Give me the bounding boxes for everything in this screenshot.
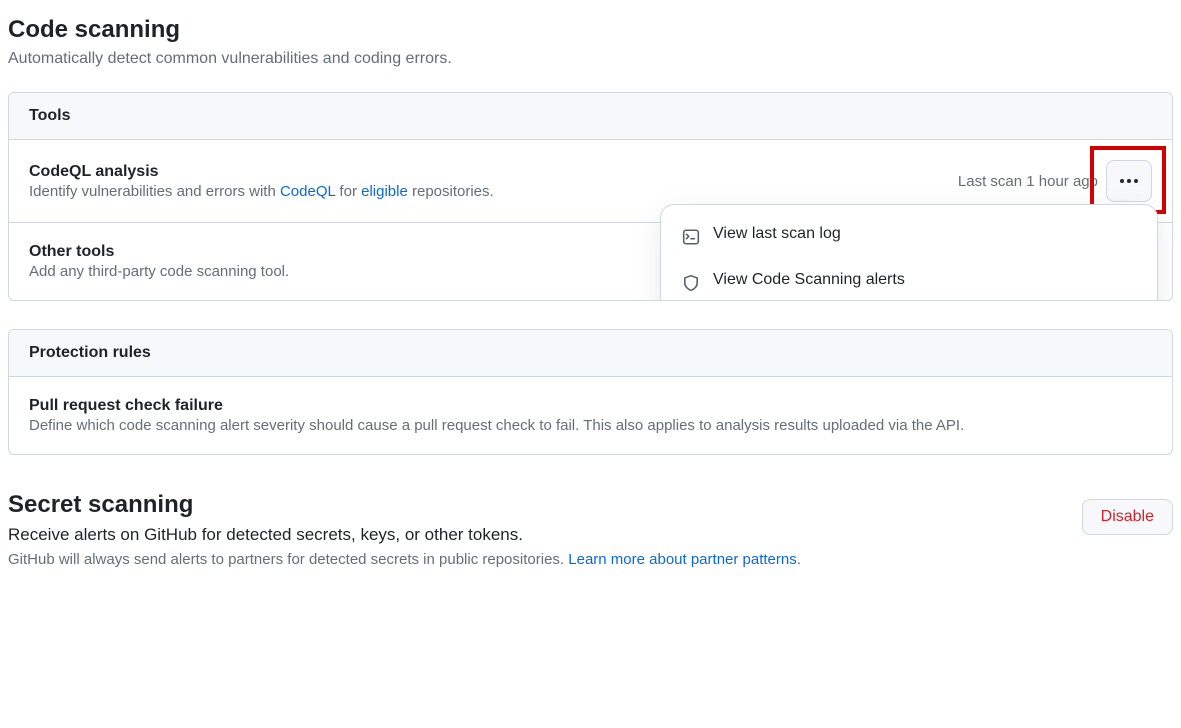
secret-scanning-desc: GitHub will always send alerts to partne… xyxy=(8,551,1082,568)
codeql-desc: Identify vulnerabilities and errors with… xyxy=(29,183,958,200)
disable-secret-scanning-button[interactable]: Disable xyxy=(1082,499,1173,535)
code-scanning-subtitle: Automatically detect common vulnerabilit… xyxy=(8,50,1173,68)
shield-icon xyxy=(681,273,701,293)
pr-check-desc: Define which code scanning alert severit… xyxy=(29,417,1152,434)
menu-view-alerts[interactable]: View Code Scanning alerts xyxy=(669,259,1149,301)
secret-scanning-section: Secret scanning Receive alerts on GitHub… xyxy=(8,491,1173,568)
menu-view-last-scan-log[interactable]: View last scan log xyxy=(669,213,1149,259)
code-scanning-title: Code scanning xyxy=(8,16,1173,44)
codeql-options-button[interactable] xyxy=(1106,160,1152,202)
protection-rules-header: Protection rules xyxy=(9,330,1172,377)
pr-check-title: Pull request check failure xyxy=(29,397,1152,415)
tools-panel: Tools CodeQL analysis Identify vulnerabi… xyxy=(8,92,1173,301)
eligible-link[interactable]: eligible xyxy=(361,183,408,200)
codeql-title: CodeQL analysis xyxy=(29,163,958,181)
tools-panel-header: Tools xyxy=(9,93,1172,140)
codeql-analysis-row: CodeQL analysis Identify vulnerabilities… xyxy=(9,140,1172,223)
secret-scanning-subtitle: Receive alerts on GitHub for detected se… xyxy=(8,525,1082,545)
codeql-options-dropdown: View last scan log View Code Scanning al… xyxy=(660,204,1158,301)
log-icon xyxy=(681,227,701,247)
secret-scanning-title: Secret scanning xyxy=(8,491,1082,519)
protection-rules-panel: Protection rules Pull request check fail… xyxy=(8,329,1173,455)
partner-patterns-link[interactable]: Learn more about partner patterns xyxy=(568,551,796,568)
last-scan-text: Last scan 1 hour ago xyxy=(958,173,1098,190)
code-scanning-section: Code scanning Automatically detect commo… xyxy=(8,16,1173,455)
pr-check-failure-row: Pull request check failure Define which … xyxy=(9,377,1172,454)
codeql-link[interactable]: CodeQL xyxy=(280,183,335,200)
